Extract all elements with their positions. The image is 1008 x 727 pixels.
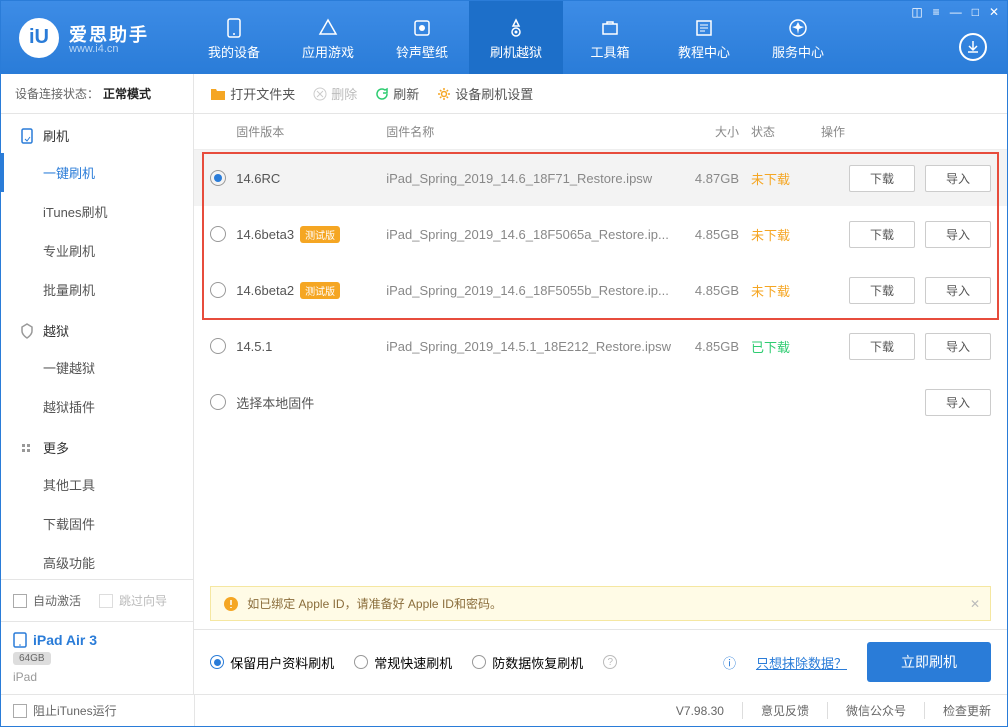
table-row[interactable]: 14.6beta3测试版iPad_Spring_2019_14.6_18F506… (194, 206, 1007, 262)
row-radio[interactable] (210, 394, 226, 410)
import-button[interactable]: 导入 (925, 333, 991, 360)
side-group: 越狱 (1, 309, 193, 348)
close-icon[interactable]: ✕ (989, 5, 999, 19)
feedback-link[interactable]: 意见反馈 (742, 702, 809, 719)
erase-data-link[interactable]: 只想抹除数据？ (756, 653, 847, 672)
tablet-icon (13, 632, 27, 648)
side-sub[interactable]: 其他工具 (1, 465, 193, 504)
side-sub[interactable]: 批量刷机 (1, 270, 193, 309)
nav-item-2[interactable]: 铃声壁纸 (375, 1, 469, 74)
top-nav: 我的设备应用游戏铃声壁纸刷机越狱工具箱教程中心服务中心 (187, 1, 845, 74)
group-icon (19, 323, 35, 339)
import-button[interactable]: 导入 (925, 221, 991, 248)
logo: iU 爱思助手 www.i4.cn (1, 18, 167, 58)
refresh-button[interactable]: 刷新 (375, 84, 419, 103)
refresh-icon (375, 87, 389, 101)
nav-icon (412, 14, 432, 42)
delete-button[interactable]: 删除 (313, 84, 357, 103)
nav-icon (694, 14, 714, 42)
logo-icon: iU (19, 18, 59, 58)
action-bar: 保留用户资料刷机 常规快速刷机 防数据恢复刷机 ? ⓘ 只想抹除数据？ 立即刷机 (194, 629, 1007, 694)
import-button[interactable]: 导入 (925, 389, 991, 416)
nav-icon (788, 14, 808, 42)
auto-activate-checkbox[interactable]: 自动激活 跳过向导 (13, 588, 181, 613)
delete-icon (313, 87, 327, 101)
check-update-link[interactable]: 检查更新 (924, 702, 991, 719)
footer: 阻止iTunes运行 V7.98.30 意见反馈 微信公众号 检查更新 (1, 694, 1007, 726)
flash-mode-radio[interactable]: 常规快速刷机 (354, 653, 452, 672)
storage-badge: 64GB (13, 652, 51, 665)
toolbar: 打开文件夹 删除 刷新 设备刷机设置 (194, 74, 1007, 114)
import-button[interactable]: 导入 (925, 277, 991, 304)
sidebar: 设备连接状态： 正常模式 刷机一键刷机iTunes刷机专业刷机批量刷机越狱一键越… (1, 74, 194, 694)
tshirt-icon[interactable]: ◫ (911, 5, 922, 19)
side-sub[interactable]: 越狱插件 (1, 387, 193, 426)
download-button[interactable]: 下载 (849, 277, 915, 304)
nav-item-5[interactable]: 教程中心 (657, 1, 751, 74)
table-row[interactable]: 14.5.1iPad_Spring_2019_14.5.1_18E212_Res… (194, 318, 1007, 374)
open-folder-button[interactable]: 打开文件夹 (210, 84, 295, 103)
nav-item-4[interactable]: 工具箱 (563, 1, 657, 74)
download-button[interactable]: 下载 (849, 333, 915, 360)
nav-icon (224, 14, 244, 42)
download-button[interactable]: 下载 (849, 221, 915, 248)
flash-mode-radio[interactable]: 保留用户资料刷机 (210, 653, 334, 672)
notice-bar: 如已绑定 Apple ID，请准备好 Apple ID和密码。 ✕ (210, 586, 991, 621)
flash-settings-button[interactable]: 设备刷机设置 (437, 84, 533, 103)
side-sub[interactable]: 一键刷机 (1, 153, 193, 192)
gear-icon (437, 87, 451, 101)
side-sub[interactable]: 专业刷机 (1, 231, 193, 270)
menu-icon[interactable]: ≡ (933, 5, 940, 19)
flash-now-button[interactable]: 立即刷机 (867, 642, 991, 682)
nav-item-6[interactable]: 服务中心 (751, 1, 845, 74)
main-panel: 打开文件夹 删除 刷新 设备刷机设置 固件版本 固件名称 大小 状态 操作 (194, 74, 1007, 694)
help-icon[interactable]: ? (603, 655, 617, 669)
side-sub[interactable]: iTunes刷机 (1, 192, 193, 231)
group-icon (19, 128, 35, 144)
row-radio[interactable] (210, 226, 226, 242)
side-sub[interactable]: 一键越狱 (1, 348, 193, 387)
row-radio[interactable] (210, 170, 226, 186)
info-icon: ⓘ (723, 653, 736, 672)
table-row[interactable]: 14.6RCiPad_Spring_2019_14.6_18F71_Restor… (194, 150, 1007, 206)
close-notice-icon[interactable]: ✕ (970, 597, 980, 611)
connection-status: 设备连接状态： 正常模式 (1, 74, 193, 114)
version-label: V7.98.30 (658, 704, 724, 718)
warning-icon (223, 596, 239, 612)
side-sub[interactable]: 下载固件 (1, 504, 193, 543)
device-card[interactable]: iPad Air 3 64GB iPad (1, 621, 193, 694)
download-manager-icon[interactable] (959, 33, 987, 61)
table-row[interactable]: 选择本地固件导入 (194, 374, 1007, 430)
side-sub[interactable]: 高级功能 (1, 543, 193, 579)
row-radio[interactable] (210, 338, 226, 354)
nav-icon (318, 14, 338, 42)
window-controls: ◫ ≡ — □ ✕ (911, 5, 999, 19)
nav-icon (506, 14, 526, 42)
table-row[interactable]: 14.6beta2测试版iPad_Spring_2019_14.6_18F505… (194, 262, 1007, 318)
beta-tag: 测试版 (300, 226, 340, 243)
folder-icon (210, 87, 226, 101)
download-button[interactable]: 下载 (849, 165, 915, 192)
nav-item-3[interactable]: 刷机越狱 (469, 1, 563, 74)
side-group: 更多 (1, 426, 193, 465)
nav-item-0[interactable]: 我的设备 (187, 1, 281, 74)
nav-icon (600, 14, 620, 42)
wechat-link[interactable]: 微信公众号 (827, 702, 906, 719)
row-radio[interactable] (210, 282, 226, 298)
maximize-icon[interactable]: □ (972, 5, 979, 19)
table-header: 固件版本 固件名称 大小 状态 操作 (194, 114, 1007, 150)
import-button[interactable]: 导入 (925, 165, 991, 192)
block-itunes-checkbox[interactable] (13, 704, 27, 718)
group-icon (19, 440, 35, 456)
beta-tag: 测试版 (300, 282, 340, 299)
nav-item-1[interactable]: 应用游戏 (281, 1, 375, 74)
minimize-icon[interactable]: — (950, 5, 962, 19)
flash-mode-radio[interactable]: 防数据恢复刷机 (472, 653, 583, 672)
side-group: 刷机 (1, 114, 193, 153)
header: iU 爱思助手 www.i4.cn 我的设备应用游戏铃声壁纸刷机越狱工具箱教程中… (1, 1, 1007, 74)
